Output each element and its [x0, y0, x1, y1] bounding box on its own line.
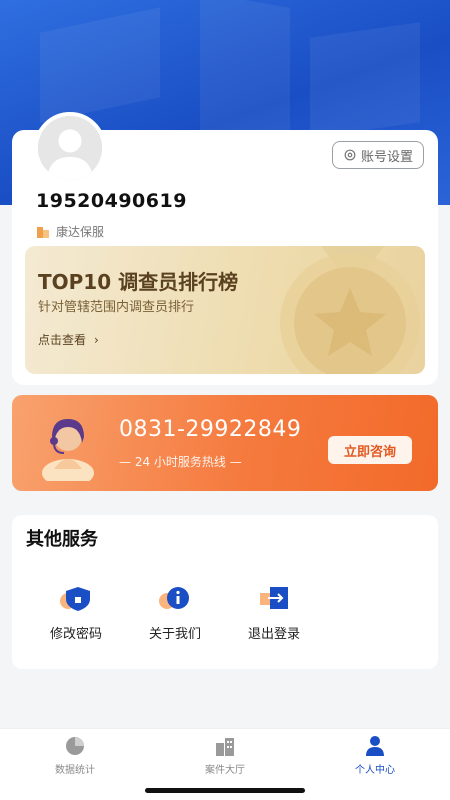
medal-icon — [280, 246, 420, 374]
person-icon — [366, 736, 384, 756]
hotline-note: — 24 小时服务热线 — — [119, 455, 242, 469]
tab-case-hall[interactable]: 案件大厅 — [180, 735, 270, 776]
company-name: 康达保服 — [56, 225, 105, 239]
chevron-right-icon: › — [94, 332, 99, 347]
avatar[interactable] — [34, 112, 106, 184]
pie-chart-icon — [66, 737, 84, 755]
hotline-number[interactable]: 0831-29922849 — [119, 417, 301, 442]
gear-icon — [344, 149, 356, 161]
account-settings-label: 账号设置 — [360, 149, 413, 165]
tab-data-statistics[interactable]: 数据统计 — [30, 735, 120, 776]
company-row: 康达保服 — [36, 223, 104, 240]
shield-lock-icon — [60, 587, 90, 611]
change-password-item[interactable]: 修改密码 — [36, 583, 116, 642]
building-icon — [37, 227, 49, 238]
about-us-item[interactable]: 关于我们 — [135, 583, 215, 642]
about-us-label: 关于我们 — [148, 627, 201, 642]
view-ranking-label: 点击查看 — [38, 333, 87, 347]
profile-card: 账号设置 19520490619 康达保服 TOP10 调查员排行榜 针对管辖范… — [12, 112, 438, 385]
other-services-card: 其他服务 修改密码 关于我们 退出登录 — [12, 515, 438, 669]
user-phone: 19520490619 — [36, 190, 187, 212]
ranking-title: TOP10 调查员排行榜 — [38, 270, 239, 294]
view-ranking-link[interactable]: 点击查看 › — [38, 331, 99, 348]
ranking-subtitle: 针对管辖范围内调查员排行 — [38, 300, 195, 315]
logout-label: 退出登录 — [247, 627, 300, 642]
change-password-label: 修改密码 — [49, 627, 102, 642]
customer-service-agent-icon — [42, 419, 94, 481]
info-icon — [159, 587, 189, 609]
services-title: 其他服务 — [26, 529, 98, 550]
logout-icon — [260, 587, 288, 609]
tab-data-statistics-label: 数据统计 — [55, 765, 95, 776]
building-icon — [216, 738, 234, 756]
home-indicator — [145, 788, 305, 793]
logout-item[interactable]: 退出登录 — [234, 583, 314, 642]
tab-personal-center[interactable]: 个人中心 — [330, 735, 420, 776]
tab-personal-center-label: 个人中心 — [355, 765, 395, 776]
consult-now-button[interactable]: 立即咨询 — [328, 436, 412, 464]
user-avatar-icon — [38, 116, 102, 180]
ranking-banner[interactable]: TOP10 调查员排行榜 针对管辖范围内调查员排行 点击查看 › — [25, 246, 425, 374]
hotline-card: 0831-29922849 — 24 小时服务热线 — 立即咨询 — [12, 395, 438, 491]
tab-case-hall-label: 案件大厅 — [205, 765, 245, 776]
account-settings-button[interactable]: 账号设置 — [331, 141, 424, 169]
